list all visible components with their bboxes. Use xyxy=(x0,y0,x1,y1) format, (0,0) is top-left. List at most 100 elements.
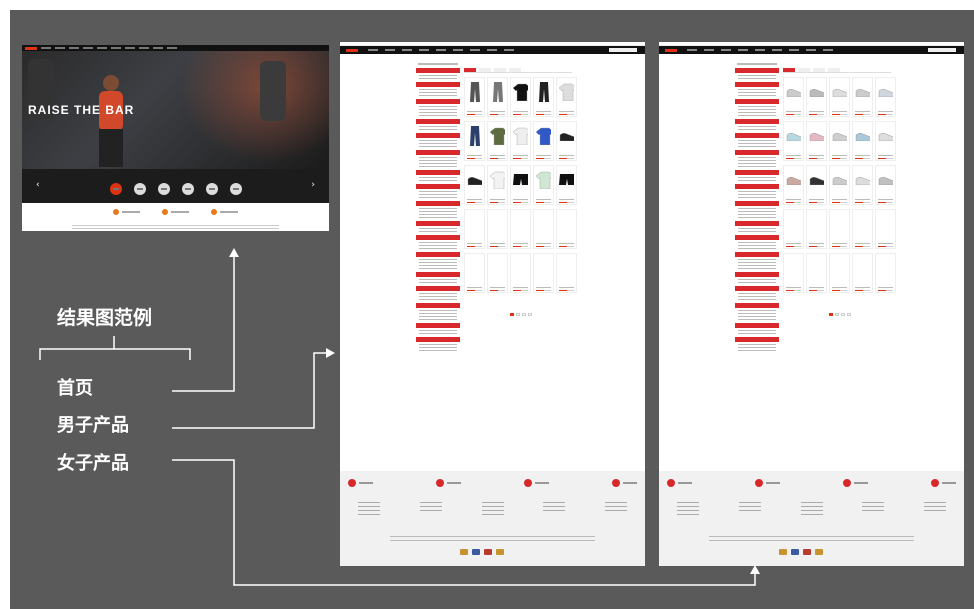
product-card[interactable] xyxy=(510,253,531,293)
product-card[interactable] xyxy=(806,165,827,205)
sidebar-category-header[interactable] xyxy=(416,286,460,291)
service-item[interactable] xyxy=(162,209,189,215)
sidebar-category-header[interactable] xyxy=(735,99,779,104)
category-item[interactable] xyxy=(157,183,170,195)
sidebar-category-header[interactable] xyxy=(416,99,460,104)
sidebar-category-header[interactable] xyxy=(735,337,779,342)
sidebar-category-header[interactable] xyxy=(416,303,460,308)
product-card[interactable] xyxy=(875,77,896,117)
product-card[interactable] xyxy=(829,253,850,293)
product-card[interactable] xyxy=(487,77,508,117)
product-card[interactable] xyxy=(464,121,485,161)
product-card[interactable] xyxy=(852,121,873,161)
product-card[interactable] xyxy=(783,165,804,205)
sidebar-category-header[interactable] xyxy=(416,82,460,87)
product-card[interactable] xyxy=(464,165,485,205)
sidebar-category-header[interactable] xyxy=(735,133,779,138)
sidebar-category-header[interactable] xyxy=(735,150,779,155)
chevron-left-icon[interactable]: ‹ xyxy=(36,180,40,190)
sidebar-category-header[interactable] xyxy=(735,119,779,124)
sidebar-category-header[interactable] xyxy=(416,337,460,342)
category-item[interactable] xyxy=(109,183,122,195)
product-card[interactable] xyxy=(556,209,577,249)
product-card[interactable] xyxy=(487,165,508,205)
product-card[interactable] xyxy=(510,209,531,249)
product-card[interactable] xyxy=(464,77,485,117)
category-item[interactable] xyxy=(229,183,242,195)
product-card[interactable] xyxy=(464,253,485,293)
product-card[interactable] xyxy=(829,121,850,161)
product-card[interactable] xyxy=(875,121,896,161)
sidebar-category-header[interactable] xyxy=(416,323,460,328)
sidebar-category-header[interactable] xyxy=(416,150,460,155)
product-card[interactable] xyxy=(783,209,804,249)
chevron-right-icon[interactable]: › xyxy=(311,180,315,190)
sidebar-category-header[interactable] xyxy=(735,323,779,328)
product-card[interactable] xyxy=(852,253,873,293)
product-card[interactable] xyxy=(806,121,827,161)
product-card[interactable] xyxy=(783,121,804,161)
product-card[interactable] xyxy=(556,165,577,205)
sidebar-category-header[interactable] xyxy=(735,221,779,226)
product-card[interactable] xyxy=(556,121,577,161)
sidebar-category-header[interactable] xyxy=(416,221,460,226)
product-card[interactable] xyxy=(852,77,873,117)
product-card[interactable] xyxy=(510,165,531,205)
service-item[interactable] xyxy=(113,209,140,215)
sidebar-category-header[interactable] xyxy=(416,235,460,240)
sidebar-category-header[interactable] xyxy=(416,119,460,124)
product-card[interactable] xyxy=(533,209,554,249)
product-card[interactable] xyxy=(875,165,896,205)
product-card[interactable] xyxy=(829,77,850,117)
sidebar-category-header[interactable] xyxy=(735,272,779,277)
product-card[interactable] xyxy=(556,77,577,117)
search-input[interactable] xyxy=(609,48,637,52)
product-card[interactable] xyxy=(533,77,554,117)
product-card[interactable] xyxy=(533,121,554,161)
product-card[interactable] xyxy=(487,121,508,161)
category-item[interactable] xyxy=(133,183,146,195)
sidebar-category-header[interactable] xyxy=(735,201,779,206)
pagination[interactable] xyxy=(510,313,532,316)
sidebar-category-header[interactable] xyxy=(735,303,779,308)
sidebar-category-header[interactable] xyxy=(735,252,779,257)
product-card[interactable] xyxy=(806,77,827,117)
product-card[interactable] xyxy=(875,209,896,249)
sidebar-category-header[interactable] xyxy=(735,235,779,240)
product-card[interactable] xyxy=(487,253,508,293)
product-card[interactable] xyxy=(783,77,804,117)
product-card[interactable] xyxy=(464,209,485,249)
search-input[interactable] xyxy=(928,48,956,52)
sidebar-category-header[interactable] xyxy=(735,184,779,189)
pagination[interactable] xyxy=(829,313,851,316)
sidebar-category-header[interactable] xyxy=(416,133,460,138)
product-card[interactable] xyxy=(806,253,827,293)
sidebar-category-header[interactable] xyxy=(416,252,460,257)
product-card[interactable] xyxy=(533,253,554,293)
product-card[interactable] xyxy=(852,165,873,205)
product-card[interactable] xyxy=(852,209,873,249)
sidebar-category-header[interactable] xyxy=(416,68,460,73)
product-card[interactable] xyxy=(829,209,850,249)
sidebar-category-header[interactable] xyxy=(735,68,779,73)
sidebar-category-header[interactable] xyxy=(416,272,460,277)
product-card[interactable] xyxy=(556,253,577,293)
product-image xyxy=(513,124,528,148)
sidebar-category-header[interactable] xyxy=(416,170,460,175)
product-card[interactable] xyxy=(510,121,531,161)
category-item[interactable] xyxy=(181,183,194,195)
product-card[interactable] xyxy=(783,253,804,293)
sidebar-category-header[interactable] xyxy=(416,184,460,189)
product-card[interactable] xyxy=(829,165,850,205)
sidebar-category-header[interactable] xyxy=(416,201,460,206)
product-card[interactable] xyxy=(510,77,531,117)
sidebar-category-header[interactable] xyxy=(735,286,779,291)
product-card[interactable] xyxy=(875,253,896,293)
category-item[interactable] xyxy=(205,183,218,195)
sidebar-category-header[interactable] xyxy=(735,82,779,87)
product-card[interactable] xyxy=(533,165,554,205)
sidebar-category-header[interactable] xyxy=(735,170,779,175)
product-card[interactable] xyxy=(487,209,508,249)
product-card[interactable] xyxy=(806,209,827,249)
service-item[interactable] xyxy=(211,209,238,215)
